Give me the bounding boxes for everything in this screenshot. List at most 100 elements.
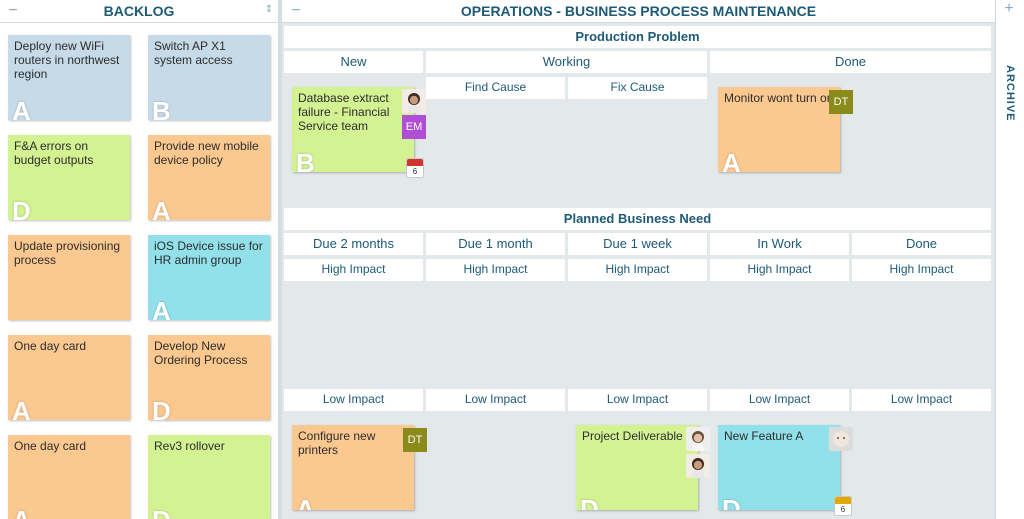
column-title: Due 1 month (458, 236, 533, 251)
row-title: High Impact (605, 262, 670, 276)
backlog-card[interactable]: iOS Device issue for HR admin group A (148, 235, 270, 320)
column-title: Find Cause (464, 80, 527, 94)
subcolumn-header-find-cause[interactable]: Find Cause (426, 77, 565, 99)
drop-zone[interactable] (284, 284, 423, 386)
row-title: Low Impact (748, 392, 811, 406)
panel-divider (278, 0, 282, 519)
column-header-due-2-months[interactable]: Due 2 months (284, 233, 423, 255)
avatar (686, 454, 710, 478)
backlog-card[interactable]: One day card A (8, 435, 130, 519)
badge-label: DT (833, 96, 849, 108)
badge-label: DT (407, 434, 423, 446)
board-card-monitor[interactable]: Monitor wont turn on A (718, 87, 840, 172)
board-card-database-extract[interactable]: Database extract failure - Financial Ser… (292, 87, 414, 172)
card-class-letter: A (12, 396, 31, 420)
board-card-project-deliverable[interactable]: Project Deliverable D (576, 425, 698, 510)
column-header-due-1-week[interactable]: Due 1 week (568, 233, 707, 255)
card-class-letter: A (12, 507, 31, 519)
backlog-card[interactable]: Provide new mobile device policy A (148, 135, 270, 220)
row-title: High Impact (463, 262, 528, 276)
card-class-letter: A (296, 494, 315, 510)
drop-zone[interactable] (426, 100, 565, 204)
card-title: Update provisioning process (14, 239, 121, 267)
card-title: One day card (14, 339, 87, 353)
card-title: Deploy new WiFi routers in northwest reg… (14, 39, 120, 81)
column-header-done-2[interactable]: Done (852, 233, 991, 255)
backlog-resize-icon[interactable]: ⇕ (262, 4, 276, 18)
row-header-high-impact[interactable]: High Impact (284, 259, 423, 281)
drop-zone[interactable] (568, 100, 707, 204)
card-title: Provide new mobile device policy (154, 139, 259, 167)
row-header-low-impact[interactable]: Low Impact (852, 389, 991, 411)
card-title: Database extract failure - Financial Ser… (298, 91, 390, 133)
column-header-in-work[interactable]: In Work (710, 233, 849, 255)
column-title: In Work (757, 236, 802, 251)
card-class-letter: A (152, 296, 171, 320)
card-title: Rev3 rollover (154, 439, 225, 453)
row-header-high-impact[interactable]: High Impact (852, 259, 991, 281)
backlog-card[interactable]: Rev3 rollover D (148, 435, 270, 519)
card-class-letter: B (296, 148, 315, 172)
row-title: Low Impact (322, 392, 385, 406)
card-class-letter: A (152, 196, 171, 220)
card-class-letter: D (152, 396, 171, 420)
backlog-header: BACKLOG (0, 0, 278, 23)
backlog-collapse-icon[interactable]: − (6, 3, 20, 19)
backlog-card[interactable]: Develop New Ordering Process D (148, 335, 270, 420)
drop-zone[interactable] (568, 284, 707, 386)
backlog-title: BACKLOG (103, 3, 175, 19)
column-title: Working (542, 54, 591, 69)
row-title: High Impact (747, 262, 812, 276)
row-header-low-impact[interactable]: Low Impact (284, 389, 423, 411)
card-class-letter: B (152, 96, 171, 120)
column-title: Done (834, 54, 867, 69)
archive-expand-icon[interactable]: + (1002, 1, 1016, 17)
column-title: New (340, 54, 367, 69)
board-card-new-feature[interactable]: New Feature A D (718, 425, 840, 510)
lane-header-planned[interactable]: Planned Business Need (284, 208, 991, 230)
calendar-icon: 6 (406, 158, 424, 178)
backlog-card[interactable]: F&A errors on budget outputs D (8, 135, 130, 220)
row-header-high-impact[interactable]: High Impact (568, 259, 707, 281)
card-title: One day card (14, 439, 87, 453)
card-class-letter: D (12, 196, 31, 220)
row-header-high-impact[interactable]: High Impact (710, 259, 849, 281)
due-day: 6 (840, 505, 846, 514)
column-header-done[interactable]: Done (710, 51, 991, 73)
column-header-new[interactable]: New (284, 51, 423, 73)
drop-zone[interactable] (426, 284, 565, 386)
column-title: Due 2 months (313, 236, 394, 251)
column-header-due-1-month[interactable]: Due 1 month (426, 233, 565, 255)
drop-zone[interactable] (852, 284, 991, 386)
archive-label[interactable]: ARCHIVE (1000, 65, 1016, 122)
row-header-low-impact[interactable]: Low Impact (710, 389, 849, 411)
calendar-icon: 6 (834, 496, 852, 516)
backlog-card[interactable]: One day card A (8, 335, 130, 420)
card-title: Switch AP X1 system access (154, 39, 233, 67)
row-header-high-impact[interactable]: High Impact (426, 259, 565, 281)
assignee-badge-em: EM (402, 115, 426, 139)
board-card-configure-printers[interactable]: Configure new printers A (292, 425, 414, 510)
row-title: Low Impact (890, 392, 953, 406)
lane-title: Production Problem (575, 29, 700, 44)
badge-label: EM (405, 121, 423, 133)
card-class-letter: D (152, 507, 171, 519)
row-header-low-impact[interactable]: Low Impact (568, 389, 707, 411)
card-title: Develop New Ordering Process (154, 339, 248, 367)
subcolumn-header-fix-cause[interactable]: Fix Cause (568, 77, 707, 99)
backlog-card[interactable]: Update provisioning process (8, 235, 130, 320)
drop-zone[interactable] (710, 284, 849, 386)
row-header-low-impact[interactable]: Low Impact (426, 389, 565, 411)
row-title: Low Impact (606, 392, 669, 406)
drop-zone[interactable] (426, 414, 565, 519)
backlog-card[interactable]: Switch AP X1 system access B (148, 35, 270, 120)
backlog-card[interactable]: Deploy new WiFi routers in northwest reg… (8, 35, 130, 120)
card-class-letter: A (12, 96, 31, 120)
board-collapse-icon[interactable]: − (289, 3, 303, 19)
column-header-working[interactable]: Working (426, 51, 707, 73)
column-title: Due 1 week (603, 236, 672, 251)
lane-header-production[interactable]: Production Problem (284, 26, 991, 48)
drop-zone[interactable] (852, 414, 991, 519)
card-title: F&A errors on budget outputs (14, 139, 94, 167)
board-title: OPERATIONS - BUSINESS PROCESS MAINTENANC… (460, 3, 817, 19)
